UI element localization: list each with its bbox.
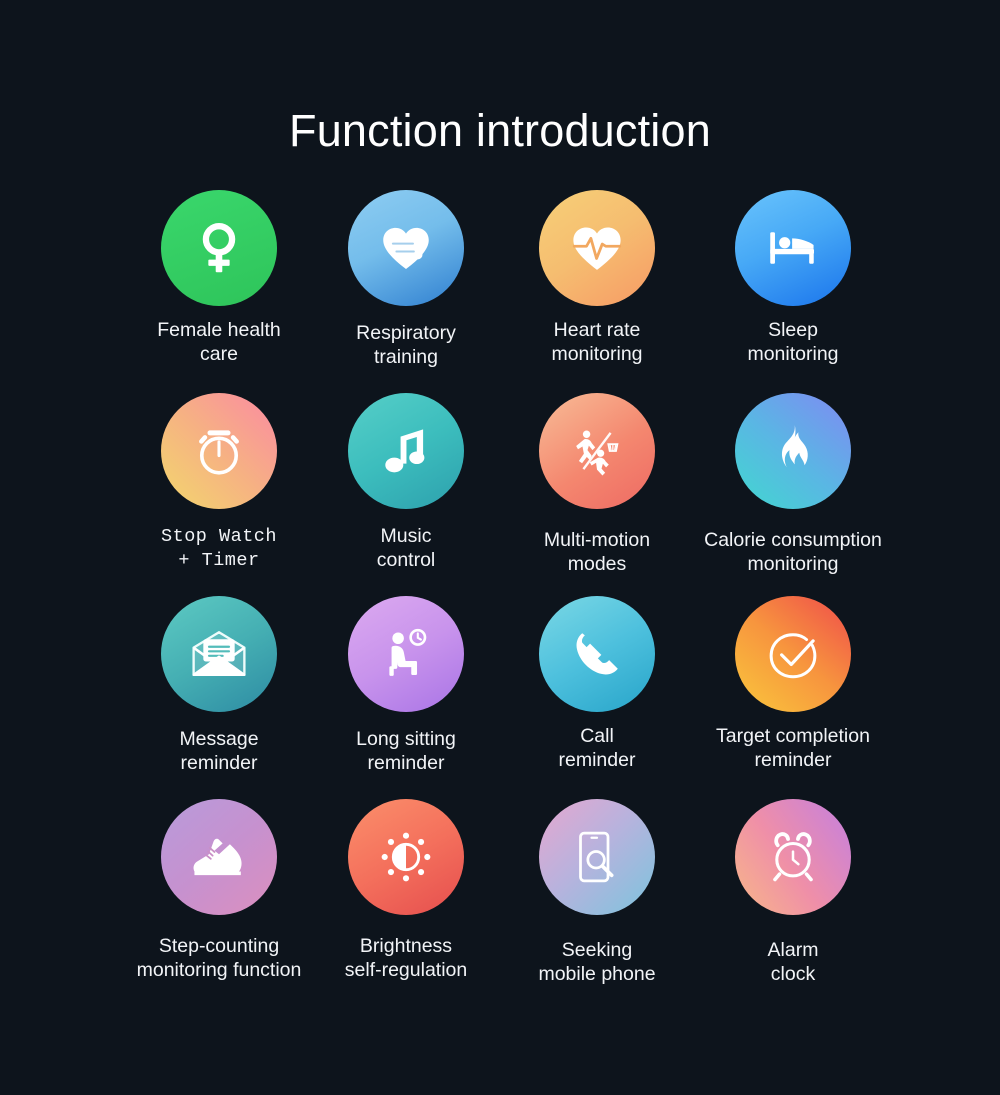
flame-icon [735,393,851,509]
grid-row: Female health care Respiratory training … [0,190,1000,393]
sitting-person-clock-icon [348,596,464,712]
feature-label: Calorie consumption monitoring [704,529,882,575]
sneaker-icon [161,799,277,915]
multi-sport-icon [539,393,655,509]
feature-item-calorie-consumption-monitoring[interactable]: Calorie consumption monitoring [678,393,908,576]
heart-wind-icon [348,190,464,306]
page-title: Function introduction [289,105,711,156]
feature-label: Alarm clock [767,939,819,985]
page-root: Function introduction Female health care [0,0,1000,1095]
feature-label: Target completion reminder [716,725,870,771]
grid-row: Message reminder Long sitting reminder C… [0,596,1000,799]
phone-handset-icon [539,596,655,712]
alarm-clock-icon [735,799,851,915]
music-note-icon [348,393,464,509]
feature-item-alarm-clock[interactable]: Alarm clock [678,799,908,986]
heart-pulse-icon [539,190,655,306]
bed-icon [735,190,851,306]
grid-row: Stop Watch + Timer Music control Multi-m… [0,393,1000,596]
check-circle-icon [735,596,851,712]
function-grid: Female health care Respiratory training … [0,190,1000,1002]
brightness-icon [348,799,464,915]
phone-search-icon [539,799,655,915]
feature-item-sleep-monitoring[interactable]: Sleep monitoring [678,190,908,366]
female-symbol-icon [161,190,277,306]
grid-row: Step-counting monitoring function Bright… [0,799,1000,1002]
feature-item-target-completion-reminder[interactable]: Target completion reminder [678,596,908,772]
stopwatch-icon [161,393,277,509]
envelope-message-icon [161,596,277,712]
feature-label: Sleep monitoring [747,319,839,365]
